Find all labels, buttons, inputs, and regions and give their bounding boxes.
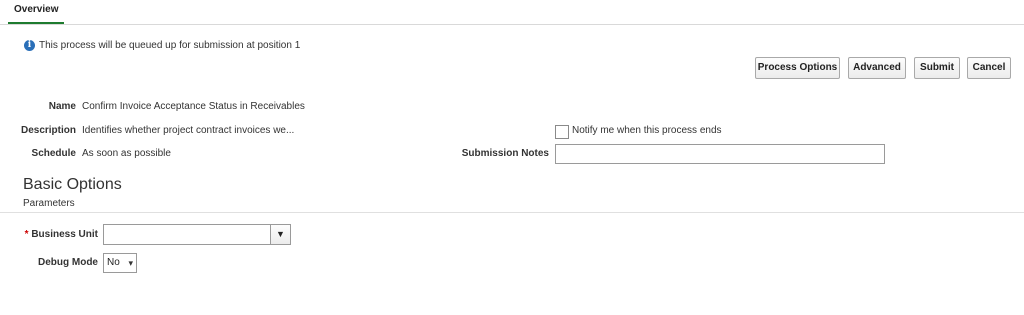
info-message: This process will be queued up for submi… <box>39 40 301 51</box>
tab-overview[interactable]: Overview <box>8 0 65 24</box>
debug-mode-label: Debug Mode <box>38 257 98 268</box>
name-value: Confirm Invoice Acceptance Status in Rec… <box>82 101 305 112</box>
parameters-subheading: Parameters <box>23 198 75 209</box>
process-options-button[interactable]: Process Options <box>755 57 840 79</box>
submit-button[interactable]: Submit <box>914 57 960 79</box>
basic-options-heading: Basic Options <box>23 176 122 193</box>
description-label: Description <box>20 125 76 136</box>
advanced-button[interactable]: Advanced <box>848 57 906 79</box>
schedule-label: Schedule <box>31 148 76 159</box>
info-icon: i <box>24 40 35 51</box>
notify-label: Notify me when this process ends <box>572 125 722 136</box>
debug-mode-select[interactable]: No ▾ <box>103 253 137 273</box>
schedule-value: As soon as possible <box>82 148 171 159</box>
required-marker: * <box>24 229 29 240</box>
business-unit-label: * Business Unit <box>14 229 98 241</box>
business-unit-label-text: Business Unit <box>31 229 98 240</box>
description-value: Identifies whether project contract invo… <box>82 125 295 136</box>
name-label: Name <box>48 101 76 112</box>
section-divider <box>0 212 1024 213</box>
chevron-down-icon: ▾ <box>128 258 133 268</box>
business-unit-input[interactable] <box>103 224 271 245</box>
notify-checkbox[interactable] <box>555 125 569 139</box>
caret-down-icon: ▼ <box>276 229 285 239</box>
debug-mode-value: No <box>107 257 120 268</box>
business-unit-dropdown-button[interactable]: ▼ <box>270 224 291 245</box>
cancel-button[interactable]: Cancel <box>967 57 1011 79</box>
tab-bar: Overview <box>0 0 1024 25</box>
submission-notes-input[interactable] <box>555 144 885 164</box>
submission-notes-label: Submission Notes <box>461 148 549 159</box>
